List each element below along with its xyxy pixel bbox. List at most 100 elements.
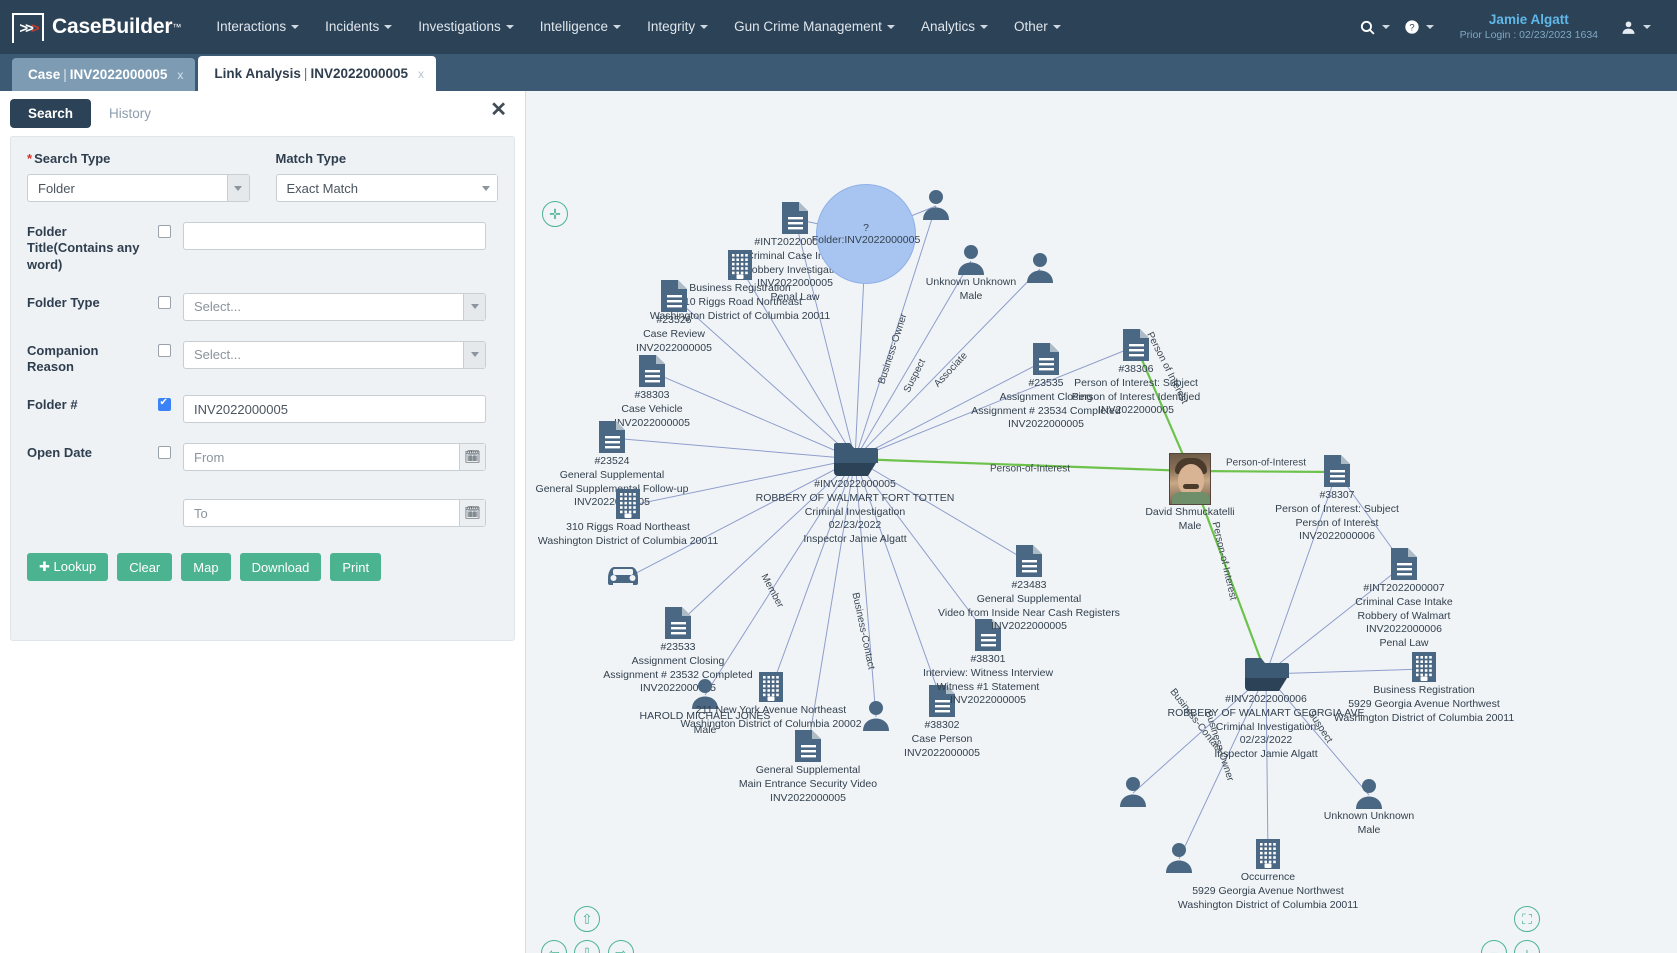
svg-text:?: ? [1409,22,1414,32]
map-button[interactable]: Map [181,553,231,582]
brand-logo[interactable]: >>> CaseBuilder ™ [12,13,182,43]
chevron-down-icon[interactable] [463,293,485,320]
node-label-line: 5929 Georgia Avenue Northwest [1192,884,1344,897]
building-icon [1314,651,1534,683]
folder-title-input[interactable] [183,222,486,250]
clear-button[interactable]: Clear [117,553,173,582]
person-icon [826,188,1046,220]
node-unknown-marker: ? [863,222,869,234]
node-label-line: Main Entrance Security Video [738,777,878,790]
graph-node-person_top3[interactable] [930,251,1150,283]
graph-node-bizreg4[interactable]: Business Registration 5929 Georgia Avenue… [1314,651,1534,724]
node-label-line: INV2022000005 [636,341,712,354]
car-icon [526,562,733,588]
folder-title-checkbox[interactable] [157,225,171,238]
calendar-icon[interactable]: 🗓 [459,444,485,471]
search-type-select[interactable]: Folder [27,174,250,202]
nav-item-other[interactable]: Other [1001,0,1074,54]
node-label-line: Unknown Unknown [1323,810,1415,822]
nav-item-incidents[interactable]: Incidents [312,0,405,54]
download-button[interactable]: Download [239,553,322,582]
tab-search[interactable]: Search [10,99,92,128]
folder-number-checkbox[interactable] [157,397,171,412]
folder-type-checkbox[interactable] [157,295,171,309]
search-type-group: * Search Type Folder [27,151,250,202]
help-icon[interactable]: ? [1398,19,1440,35]
field-label: Open Date [27,445,93,461]
edge-label: Person-of-Interest [1225,457,1307,469]
tab-history[interactable]: History [91,99,169,128]
graph-node-bizreg2[interactable]: 310 Riggs Road Northeast Washington Distr… [526,488,738,548]
close-panel-icon[interactable]: ✕ [490,97,507,122]
companion-reason-checkbox[interactable] [157,343,171,357]
search-form: * Search Type Folder Match Type Exact Mat… [10,136,515,641]
field-label: Folder Title(Contains any word) [27,224,140,272]
search-icon[interactable] [1353,19,1396,36]
graph-node-23483[interactable]: #23483 General Supplemental Video from Ins… [919,544,1139,633]
user-info[interactable]: Jamie Algatt Prior Login : 02/23/2023 16… [1442,12,1612,42]
form-button-row: ✚ Lookup Clear Map Download Print [27,553,498,582]
chevron-down-icon[interactable] [475,175,497,201]
graph-node-person_top1[interactable] [826,188,1046,220]
graph-node-main1[interactable]: #INV2022000005 ROBBERY OF WALMART FORT TO… [745,441,965,546]
tab-close-icon[interactable]: x [177,68,183,82]
node-label-line: 310 Riggs Road Northeast [566,521,690,533]
node-label-line: #23533 [660,641,696,653]
folder-node [745,441,965,477]
node-label-line: INV2022000006 [1366,623,1442,636]
open-date-from-input[interactable]: From 🗓 [183,443,486,472]
folder-number-input[interactable]: INV2022000005 [183,395,486,424]
folder-type-select[interactable]: Select... [183,292,486,321]
graph-node-23526[interactable]: #23526 Case Review INV2022000005 [564,279,784,354]
folder-type-value: Select... [194,299,241,315]
fit-screen-button[interactable]: ⛶ [1514,906,1540,932]
lookup-button[interactable]: ✚ Lookup [27,553,109,582]
graph-node-occurrence[interactable]: Occurrence 5929 Georgia Avenue Northwest W… [1158,838,1378,911]
tab-close-icon[interactable]: x [418,67,424,81]
building-icon [1158,838,1378,870]
nav-item-analytics[interactable]: Analytics [908,0,1001,54]
companion-reason-select[interactable]: Select... [183,340,486,369]
chevron-down-icon[interactable] [463,341,485,368]
nav-item-investigations[interactable]: Investigations [405,0,527,54]
graph-node-38303[interactable]: #38303 Case Vehicle INV2022000005 [542,354,762,429]
tab-link-analysis[interactable]: Link Analysis | INV2022000005 x [198,56,437,91]
match-type-group: Match Type Exact Match [275,151,498,202]
nav-item-interactions[interactable]: Interactions [203,0,312,54]
link-analysis-graph[interactable]: #INT2022000006 Criminal Case Intake Robber… [525,91,1677,953]
search-type-value: Folder [38,180,75,196]
open-date-checkbox[interactable] [157,446,171,460]
print-button[interactable]: Print [330,553,382,582]
node-label-line: INV2022000005 [950,694,1026,707]
tab-case[interactable]: Case | INV2022000005 x [12,58,196,91]
node-label-line: Male [1357,823,1381,836]
plus-icon: ✚ [39,559,50,575]
casebuilder-logo-icon: >>> [12,13,44,43]
brand-trademark: ™ [172,22,182,32]
open-date-to-input[interactable]: To 🗓 [183,499,486,528]
graph-node-person_bl[interactable] [1023,775,1243,807]
chevron-down-icon [1643,25,1651,29]
nav-item-gun-crime-management[interactable]: Gun Crime Management [721,0,908,54]
graph-node-person_br[interactable]: Unknown Unknown Male [1259,777,1479,837]
user-name: Jamie Algatt [1488,12,1569,27]
building-icon [630,249,850,281]
graph-node-38306[interactable]: #38306 Person of Interest: Subject Person … [1026,328,1246,417]
node-label-line: #38302 [924,719,960,731]
expand-up-button[interactable]: ⇧ [574,906,600,932]
graph-node-car[interactable] [526,562,733,588]
chevron-down-icon [1381,25,1390,29]
match-type-select[interactable]: Exact Match [275,174,498,202]
node-label-line: General Supplemental [755,764,861,776]
node-label-line: 5929 Georgia Avenue Northwest [1348,697,1500,710]
person-icon [1023,775,1243,807]
nav-item-integrity[interactable]: Integrity [634,0,721,54]
center-graph-button[interactable]: ✛ [542,201,568,227]
calendar-icon[interactable]: 🗓 [459,500,485,527]
node-label-line: Washington District of Columbia 20011 [1333,711,1515,724]
user-account-menu[interactable] [1614,19,1657,36]
graph-node-int7[interactable]: #INT2022000007 Criminal Case Intake Robber… [1294,547,1514,650]
nav-item-intelligence[interactable]: Intelligence [527,0,634,54]
node-label-line: #23524 [594,455,630,467]
chevron-down-icon[interactable] [226,175,249,201]
